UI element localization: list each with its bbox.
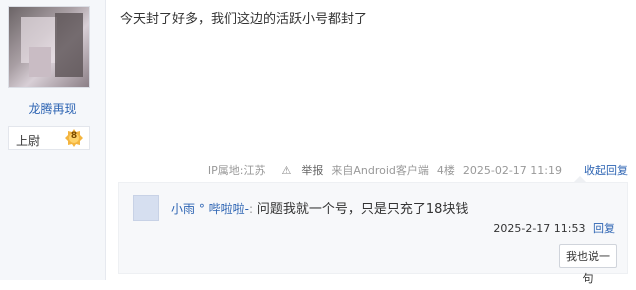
reply-link[interactable]: 回复	[593, 222, 615, 235]
post-content: 今天封了好多，我们这边的活跃小号都封了	[120, 12, 368, 27]
post-tail: IP属地:江苏 ⚠ 举报 来自Android客户端 4楼 2025-02-17 …	[200, 162, 628, 178]
level-title: 上尉	[16, 134, 41, 148]
reply-line: 小雨 ° 哔啦啦-: 问题我就一个号，只是只充了18块钱	[171, 198, 468, 217]
ip-location: IP属地:江苏	[207, 164, 266, 177]
reply-separator: :	[248, 202, 254, 216]
say-something-button[interactable]: 我也说一句	[559, 244, 617, 285]
reply-time: 2025-2-17 11:53	[493, 222, 586, 235]
collapse-reply-link[interactable]: 收起回复	[584, 164, 628, 177]
post-source: 来自Android客户端	[331, 164, 429, 177]
reply-content: 问题我就一个号，只是只充了18块钱	[256, 202, 469, 217]
reply-avatar[interactable]	[133, 195, 159, 221]
reply-panel: 小雨 ° 哔啦啦-: 问题我就一个号，只是只充了18块钱 2025-2-17 1…	[118, 176, 628, 285]
author-name[interactable]: 龙腾再现	[0, 100, 105, 117]
warning-icon: ⚠	[281, 163, 292, 177]
report-label: 举报	[301, 164, 324, 177]
report-button[interactable]: ⚠ 举报	[273, 162, 323, 178]
floor-number: 4楼	[436, 164, 455, 177]
level-badge-icon: 8	[65, 129, 83, 147]
reply-time-line: 2025-2-17 11:53 回复	[493, 220, 615, 236]
avatar[interactable]	[8, 6, 90, 88]
reply-author[interactable]: 小雨 ° 哔啦啦-	[171, 202, 249, 216]
author-panel: 龙腾再现 上尉 8	[0, 0, 106, 280]
level-box[interactable]: 上尉 8	[8, 126, 90, 150]
post-time: 2025-02-17 11:19	[462, 163, 562, 177]
level-number: 8	[70, 131, 78, 141]
